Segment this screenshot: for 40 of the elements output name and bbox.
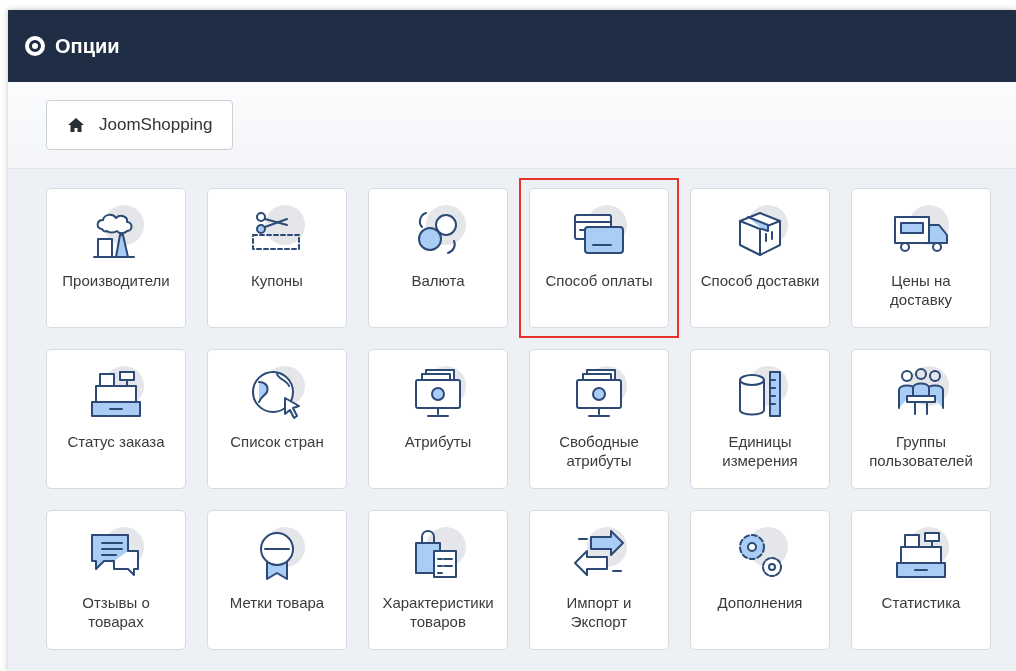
menu-tile[interactable]: Группы пользователей <box>851 349 991 489</box>
tile-label: Производители <box>62 271 170 290</box>
options-icon <box>25 36 45 56</box>
tile-label: Статус заказа <box>67 432 165 451</box>
home-button[interactable]: JoomShopping <box>46 100 234 150</box>
tile-label: Отзывы о товарах <box>81 593 151 631</box>
menu-tile[interactable]: Купоны <box>207 188 347 328</box>
menu-tile[interactable]: Производители <box>46 188 186 328</box>
tile-label: Валюта <box>411 271 465 290</box>
tile-label: Способ доставки <box>700 271 820 290</box>
tile-label: Атрибуты <box>404 432 472 451</box>
tile-label: Купоны <box>251 271 303 290</box>
menu-tile[interactable]: Способ оплаты <box>529 188 669 328</box>
menu-tile[interactable]: Цены на доставку <box>851 188 991 328</box>
tile-label: Список стран <box>230 432 324 451</box>
menu-tile[interactable]: Атрибуты <box>368 349 508 489</box>
menu-tile[interactable]: Метки товара <box>207 510 347 650</box>
home-icon <box>67 117 85 133</box>
menu-tile[interactable]: Дополнения <box>690 510 830 650</box>
tile-label: Цены на доставку <box>889 271 953 309</box>
menu-tile[interactable]: Импорт и Экспорт <box>529 510 669 650</box>
menu-tile[interactable]: Статус заказа <box>46 349 186 489</box>
menu-tile[interactable]: Список стран <box>207 349 347 489</box>
tile-label: Статистика <box>881 593 961 612</box>
tile-label: Способ оплаты <box>545 271 653 290</box>
menu-tile[interactable]: Способ доставки <box>690 188 830 328</box>
tile-label: Дополнения <box>717 593 803 612</box>
tile-label: Свободные атрибуты <box>558 432 640 470</box>
tile-label: Группы пользователей <box>868 432 974 470</box>
menu-tile[interactable]: Статистика <box>851 510 991 650</box>
tile-label: Метки товара <box>229 593 325 612</box>
menu-tile[interactable]: Свободные атрибуты <box>529 349 669 489</box>
tile-label: Импорт и Экспорт <box>565 593 633 631</box>
menu-tile[interactable]: Характеристики товаров <box>368 510 508 650</box>
menu-tile[interactable]: Отзывы о товарах <box>46 510 186 650</box>
menu-tile[interactable]: Валюта <box>368 188 508 328</box>
tile-label: Характеристики товаров <box>381 593 495 631</box>
tile-label: Единицы измерения <box>721 432 799 470</box>
page-title: Опции <box>55 34 120 58</box>
menu-tile[interactable]: Единицы измерения <box>690 349 830 489</box>
